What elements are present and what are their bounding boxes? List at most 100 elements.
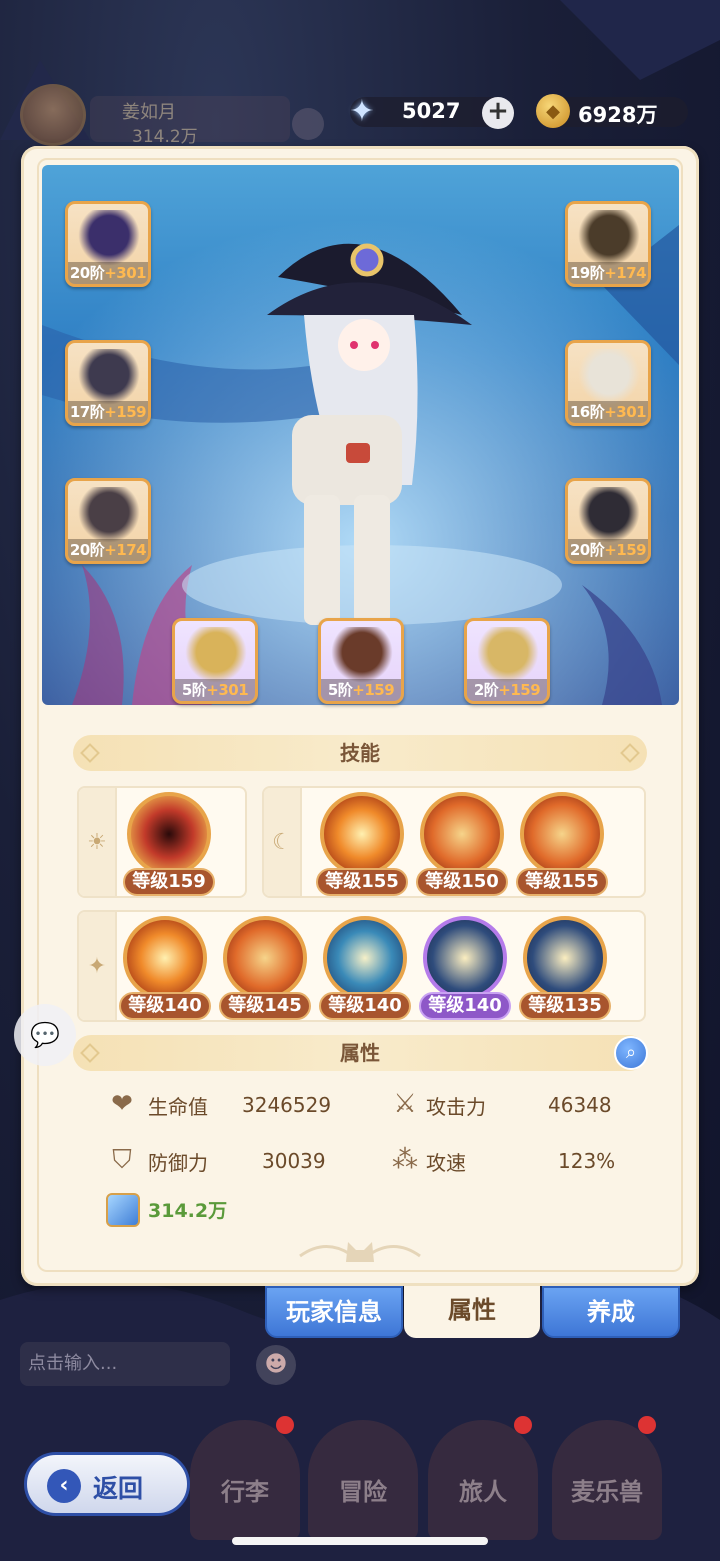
- equip-tier: 20阶: [69, 264, 105, 282]
- back-label: 返回: [93, 1474, 144, 1503]
- skill-level-badge: 等级140: [419, 992, 511, 1020]
- skill-icon: [223, 916, 307, 1000]
- skill-icon: [320, 792, 404, 876]
- charm-icon: [477, 627, 539, 683]
- home-indicator[interactable]: [232, 1537, 488, 1545]
- skill-group3-5[interactable]: 等级135: [519, 916, 611, 1028]
- equip-level-label: 17阶+159: [68, 401, 148, 423]
- player-power: 314.2万: [132, 127, 198, 147]
- hp-value: 3246529: [242, 1093, 332, 1117]
- tab-player-info[interactable]: 玩家信息: [265, 1286, 403, 1338]
- tab-attributes[interactable]: 属性: [404, 1286, 540, 1338]
- skill-icon: [323, 916, 407, 1000]
- moon-icon: ☾: [264, 788, 302, 896]
- equip-enhance: +159: [498, 681, 541, 699]
- equip-slot-charm[interactable]: 2阶+159: [464, 618, 550, 704]
- nav-pet[interactable]: 麦乐兽: [552, 1416, 662, 1540]
- skill-group3-2[interactable]: 等级145: [219, 916, 311, 1028]
- equip-tier: 5阶: [181, 681, 207, 699]
- sun-icon: ☀: [79, 788, 117, 896]
- skill-group3-1[interactable]: 等级140: [119, 916, 211, 1028]
- skill-level-badge: 等级140: [319, 992, 411, 1020]
- skill-level-badge: 等级155: [516, 868, 608, 896]
- equip-slot-necklace[interactable]: 5阶+159: [318, 618, 404, 704]
- equip-slot-pants[interactable]: 20阶+174: [65, 478, 151, 564]
- equip-level-label: 5阶+301: [175, 679, 255, 701]
- notification-dot: [514, 1416, 532, 1434]
- equip-slot-armor[interactable]: 17阶+159: [65, 340, 151, 426]
- gems-value: 5027: [402, 99, 461, 123]
- gem-icon: ✦: [349, 93, 375, 129]
- equip-tier: 20阶: [69, 541, 105, 559]
- gold-counter: ◆ 6928万: [536, 94, 688, 128]
- equip-level-label: 20阶+174: [68, 539, 148, 561]
- pants-icon: [78, 487, 140, 543]
- attack-speed-label: 攻速: [426, 1151, 466, 1175]
- equip-level-label: 16阶+301: [568, 401, 648, 423]
- hp-label: 生命值: [148, 1095, 208, 1119]
- skills-section-title: 技能: [340, 741, 380, 765]
- notification-dot: [276, 1416, 294, 1434]
- player-avatar[interactable]: [20, 84, 86, 146]
- skill-group2-1[interactable]: 等级155: [316, 792, 408, 904]
- nav-bag-label: 行李: [221, 1478, 269, 1506]
- equip-slot-helmet-right[interactable]: 19阶+174: [565, 201, 651, 287]
- equip-enhance: +301: [206, 681, 249, 699]
- equip-enhance: +174: [604, 264, 647, 282]
- crossed-swords-icon: ⚔: [393, 1089, 417, 1119]
- equip-tier: 16阶: [569, 403, 605, 421]
- equip-slot-helmet-left[interactable]: 20阶+301: [65, 201, 151, 287]
- skill-group2-3[interactable]: 等级155: [516, 792, 608, 904]
- nav-bag[interactable]: 行李: [190, 1416, 300, 1540]
- gloves-icon: [578, 349, 640, 405]
- equip-level-label: 20阶+301: [68, 262, 148, 284]
- tab-cultivate[interactable]: 养成: [542, 1286, 680, 1338]
- back-button[interactable]: ‹ 返回: [24, 1452, 190, 1516]
- equip-tier: 5阶: [327, 681, 353, 699]
- add-gems-button[interactable]: +: [482, 97, 514, 129]
- heart-icon: ❤: [111, 1089, 133, 1119]
- emoji-icon[interactable]: ☻: [256, 1345, 296, 1385]
- paw-icon[interactable]: [292, 108, 324, 140]
- chat-input[interactable]: 点击输入...: [20, 1342, 230, 1386]
- defense-label: 防御力: [148, 1151, 208, 1175]
- helmet-left-icon: [78, 210, 140, 266]
- skill-group3-4[interactable]: 等级140: [419, 916, 511, 1028]
- star-icon: ✦: [79, 912, 117, 1020]
- boots-icon: [578, 487, 640, 543]
- skill-group3-3[interactable]: 等级140: [319, 916, 411, 1028]
- shield-icon: ⛉: [112, 1145, 132, 1175]
- attack-label: 攻击力: [426, 1095, 486, 1119]
- player-chip[interactable]: 姜如月 314.2万: [20, 84, 290, 147]
- chat-bubble-icon[interactable]: 💬: [14, 1004, 76, 1066]
- nav-adventure[interactable]: 冒险: [308, 1420, 418, 1540]
- skill-icon: [520, 792, 604, 876]
- equip-enhance: +301: [104, 264, 147, 282]
- equip-enhance: +159: [104, 403, 147, 421]
- equip-level-label: 20阶+159: [568, 539, 648, 561]
- skill-group2-2[interactable]: 等级150: [416, 792, 508, 904]
- skill-group1-1[interactable]: 等级159: [123, 792, 215, 904]
- equip-slot-ring[interactable]: 5阶+301: [172, 618, 258, 704]
- armor-icon: [78, 349, 140, 405]
- helmet-right-icon: [578, 210, 640, 266]
- attributes-section-title: 属性: [340, 1041, 380, 1065]
- equip-slot-boots[interactable]: 20阶+159: [565, 478, 651, 564]
- equip-enhance: +301: [604, 403, 647, 421]
- skill-icon: [127, 792, 211, 876]
- equip-tier: 19阶: [569, 264, 605, 282]
- equip-enhance: +159: [352, 681, 395, 699]
- skill-icon: [523, 916, 607, 1000]
- ring-icon: [185, 627, 247, 683]
- attributes-section-header: 属性: [73, 1035, 647, 1071]
- gold-coin-icon: ◆: [536, 94, 570, 128]
- nav-pet-label: 麦乐兽: [571, 1478, 643, 1506]
- skill-icon: [123, 916, 207, 1000]
- equip-tier: 2阶: [473, 681, 499, 699]
- attribute-detail-search-button[interactable]: ⌕: [614, 1036, 648, 1070]
- attack-value: 46348: [548, 1093, 612, 1117]
- skill-level-badge: 等级135: [519, 992, 611, 1020]
- nav-traveler[interactable]: 旅人: [428, 1416, 538, 1540]
- equip-slot-gloves[interactable]: 16阶+301: [565, 340, 651, 426]
- cat-ornament-icon: [299, 1242, 421, 1262]
